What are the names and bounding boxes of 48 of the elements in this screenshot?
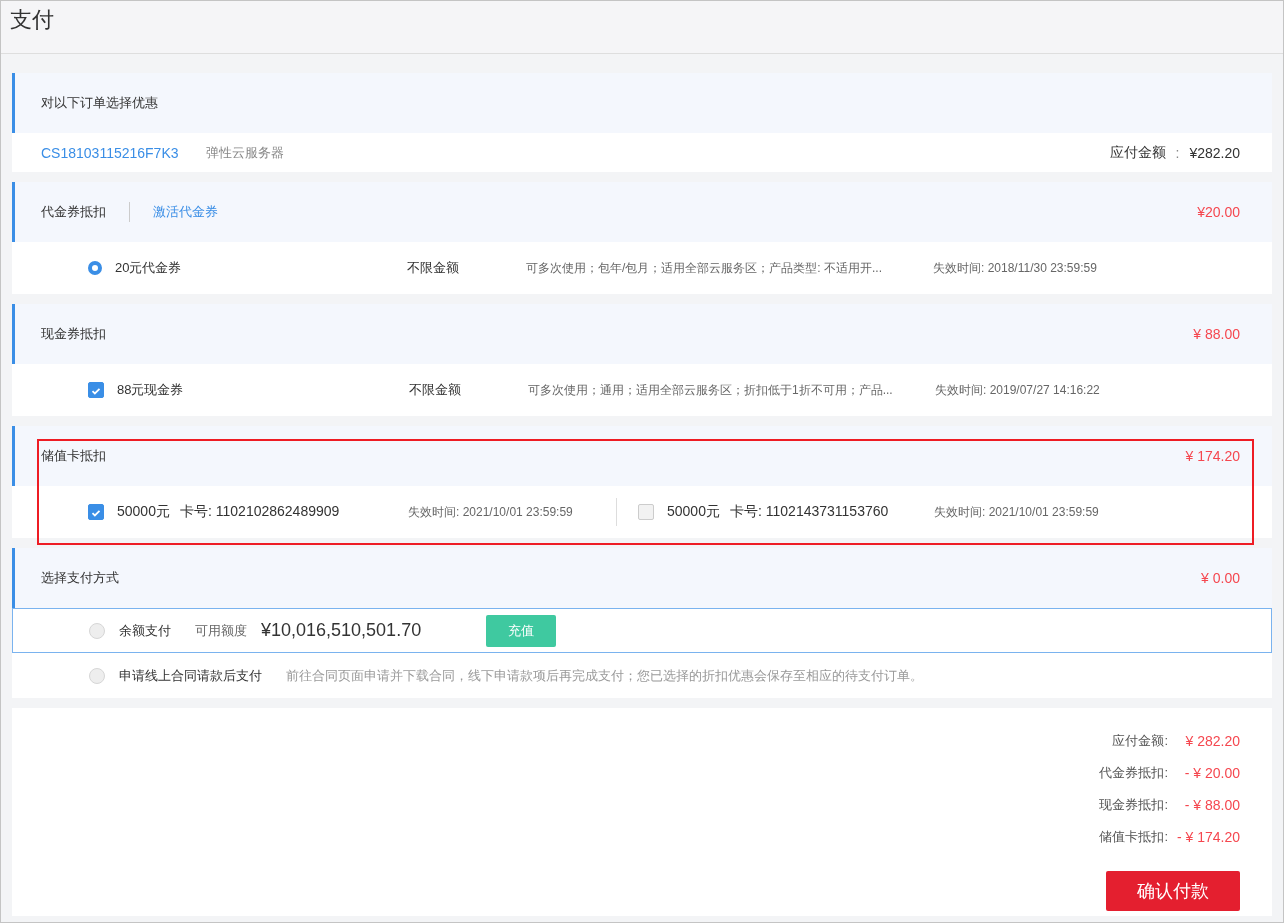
radio-button[interactable] <box>88 261 102 275</box>
checkbox[interactable] <box>88 382 104 398</box>
payment-method-name: 申请线上合同请款后支付 <box>119 666 262 685</box>
page-title: 支付 <box>10 6 54 34</box>
expiry-time: 失效时间: 2018/11/30 23:59:59 <box>933 259 1097 277</box>
coupon-description: 可多次使用；包年/包月；适用全部云服务区；产品类型: 不适用开... <box>526 259 883 277</box>
section-total: ¥ 0.00 <box>1201 570 1240 586</box>
section-total: ¥20.00 <box>1197 204 1240 220</box>
summary-label: 储值卡抵扣: <box>1099 828 1168 846</box>
product-name: 弹性云服务器 <box>205 143 284 162</box>
summary-label: 代金券抵扣: <box>1099 764 1168 782</box>
card-number: 卡号: 1102102862489909 <box>180 503 341 521</box>
section-heading: 选择支付方式 <box>41 569 119 587</box>
summary-value: - ¥ 174.20 <box>1175 829 1240 845</box>
checkbox[interactable] <box>638 504 654 520</box>
balance-amount: ¥10,016,510,501.70 <box>261 620 423 641</box>
colon: : <box>1175 144 1180 161</box>
summary-value: - ¥ 20.00 <box>1183 765 1240 781</box>
section-heading: 代金券抵扣 <box>41 203 106 221</box>
expiry-time: 失效时间: 2021/10/01 23:59:59 <box>408 503 573 521</box>
balance-label: 可用额度 <box>195 621 247 640</box>
coupon-limit: 不限金额 <box>409 381 462 399</box>
amount-label: 应付金额 <box>1109 143 1166 162</box>
coupon-row[interactable]: 20元代金券 不限金额 可多次使用；包年/包月；适用全部云服务区；产品类型: 不适用开... 失效时间: 2018/11/30 23:59:59 <box>12 242 1272 294</box>
expiry-time: 失效时间: 2019/07/27 14:16:22 <box>935 381 1100 399</box>
card-amount: 50000元 <box>117 503 171 521</box>
section-total: ¥ 174.20 <box>1185 448 1240 464</box>
section-total: ¥ 88.00 <box>1193 326 1240 342</box>
section-heading: 对以下订单选择优惠 <box>41 94 158 112</box>
confirm-payment-button[interactable]: 确认付款 <box>1106 871 1240 911</box>
expiry-time: 失效时间: 2021/10/01 23:59:59 <box>934 503 1099 521</box>
coupon-description: 可多次使用；通用；适用全部云服务区；折扣低于1折不可用；产品... <box>528 381 894 399</box>
coupon-name: 88元现金券 <box>117 381 185 399</box>
checkbox[interactable] <box>88 504 104 520</box>
coupon-name: 20元代金券 <box>115 259 183 277</box>
summary-label: 应付金额: <box>1112 732 1168 750</box>
card-amount: 50000元 <box>667 503 721 521</box>
coupon-limit: 不限金额 <box>407 259 460 277</box>
card-number: 卡号: 1102143731153760 <box>730 503 890 521</box>
summary-value: ¥ 282.20 <box>1184 733 1240 749</box>
section-heading: 现金券抵扣 <box>41 325 106 343</box>
coupon-row[interactable]: 88元现金券 不限金额 可多次使用；通用；适用全部云服务区；折扣低于1折不可用；产品... 失效时间: 2019/07/27 14:16:22 <box>12 364 1272 416</box>
section-heading: 储值卡抵扣 <box>41 447 106 465</box>
summary-label: 现金券抵扣: <box>1099 796 1168 814</box>
payment-note: 前往合同页面申请并下载合同，线下申请款项后再完成支付；您已选择的折扣优惠会保存至相应的待支付订单。 <box>286 666 923 685</box>
payment-method-name: 余额支付 <box>119 621 171 640</box>
summary-value: - ¥ 88.00 <box>1183 797 1240 813</box>
amount-due: ¥282.20 <box>1189 144 1240 161</box>
